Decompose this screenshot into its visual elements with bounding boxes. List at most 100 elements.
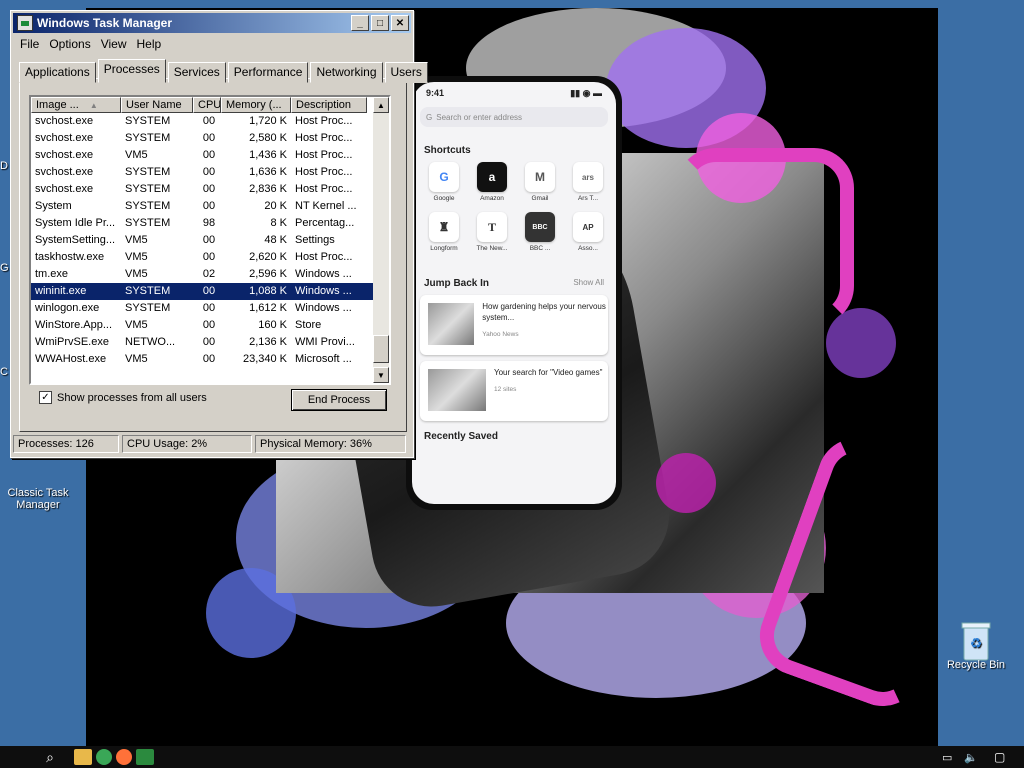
task-manager-window: Windows Task Manager _ □ ✕ File Options …: [10, 10, 428, 458]
process-row[interactable]: tm.exe VM5 02 2,596 K Windows ...: [31, 266, 389, 283]
process-row[interactable]: WmiPrvSE.exe NETWO... 00 2,136 K WMI Provi..…: [31, 334, 389, 351]
card-thumbnail: [428, 369, 486, 411]
process-row[interactable]: svchost.exe SYSTEM 00 1,636 K Host Proc...: [31, 164, 389, 181]
shortcut-tile: BBC BBC ...: [516, 212, 564, 252]
scroll-down-button[interactable]: ▼: [373, 367, 389, 383]
notifications-icon[interactable]: ▢: [994, 750, 1024, 764]
network-icon[interactable]: ▭: [942, 751, 964, 764]
cell-image-name: svchost.exe: [35, 132, 94, 144]
file-explorer-icon[interactable]: [74, 749, 92, 765]
cell-image-name: svchost.exe: [35, 115, 94, 127]
process-row[interactable]: taskhostw.exe VM5 00 2,620 K Host Proc...: [31, 249, 389, 266]
cell-user-name: VM5: [125, 319, 148, 331]
volume-icon[interactable]: 🔈: [964, 751, 994, 764]
menu-options[interactable]: Options: [44, 37, 95, 51]
tab-performance[interactable]: Performance: [227, 62, 309, 83]
end-process-button[interactable]: End Process: [291, 389, 387, 411]
minimize-button[interactable]: _: [351, 15, 369, 31]
phone-time: 9:41: [426, 88, 445, 98]
tab-users[interactable]: Users: [384, 62, 428, 83]
column-cpu[interactable]: CPU: [193, 97, 221, 113]
process-row[interactable]: svchost.exe SYSTEM 00 2,580 K Host Proc...: [31, 130, 389, 147]
column-user-name[interactable]: User Name: [121, 97, 193, 113]
cell-cpu: 00: [202, 183, 216, 195]
svg-text:♻: ♻: [970, 635, 983, 651]
cell-image-name: winlogon.exe: [35, 302, 100, 314]
nytimes-icon: T: [477, 212, 507, 242]
cell-memory: 2,836 K: [249, 183, 287, 195]
tab-services[interactable]: Services: [167, 62, 226, 83]
desktop-icon-label-partial[interactable]: D: [0, 160, 8, 172]
column-image-name[interactable]: Image ... ▲: [31, 97, 121, 113]
tab-processes[interactable]: Processes: [97, 59, 166, 83]
process-row[interactable]: System SYSTEM 00 20 K NT Kernel ...: [31, 198, 389, 215]
cell-memory: 1,636 K: [249, 166, 287, 178]
cell-image-name: taskhostw.exe: [35, 251, 105, 263]
jump-back-card: How gardening helps your nervous system.…: [420, 295, 608, 355]
process-row[interactable]: SystemSetting... VM5 00 48 K Settings: [31, 232, 389, 249]
status-processes: Processes: 126: [13, 435, 119, 453]
maximize-button[interactable]: □: [371, 15, 389, 31]
process-row[interactable]: svchost.exe VM5 00 1,436 K Host Proc...: [31, 147, 389, 164]
cell-cpu: 00: [202, 302, 216, 314]
cell-description: Windows ...: [295, 285, 352, 297]
tab-networking[interactable]: Networking: [310, 62, 383, 83]
process-row[interactable]: winlogon.exe SYSTEM 00 1,612 K Windows ...: [31, 300, 389, 317]
title-bar[interactable]: Windows Task Manager _ □ ✕: [13, 13, 411, 33]
column-description[interactable]: Description: [291, 97, 367, 113]
cell-image-name: svchost.exe: [35, 149, 94, 161]
cell-user-name: SYSTEM: [125, 217, 171, 229]
chrome-icon[interactable]: [96, 749, 112, 765]
menu-file[interactable]: File: [15, 37, 44, 51]
recently-saved-title: Recently Saved: [424, 431, 498, 442]
desktop-icon-label-partial[interactable]: G: [0, 262, 9, 274]
column-memory[interactable]: Memory (...: [221, 97, 291, 113]
checkbox[interactable]: ✓: [39, 391, 52, 404]
process-row[interactable]: System Idle Pr... SYSTEM 98 8 K Percentag...: [31, 215, 389, 232]
scroll-thumb[interactable]: [373, 335, 389, 363]
search-icon: G: [426, 112, 433, 122]
cell-image-name: System: [35, 200, 72, 212]
cell-cpu: 98: [202, 217, 216, 229]
cell-image-name: WWAHost.exe: [35, 353, 107, 365]
task-manager-taskbar-icon[interactable]: [136, 749, 154, 765]
scroll-up-button[interactable]: ▲: [373, 97, 389, 113]
longform-icon: ♜: [429, 212, 459, 242]
close-button[interactable]: ✕: [391, 15, 409, 31]
cell-description: Percentag...: [295, 217, 355, 229]
process-row[interactable]: wininit.exe SYSTEM 00 1,088 K Windows ...: [31, 283, 389, 300]
shortcut-tile: AP Asso...: [564, 212, 612, 252]
cell-description: NT Kernel ...: [295, 200, 357, 212]
cell-image-name: SystemSetting...: [35, 234, 116, 246]
menu-view[interactable]: View: [96, 37, 132, 51]
shortcut-tile: ♜ Longform: [420, 212, 468, 252]
desktop-icon-recycle-bin[interactable]: ♻ Recycle Bin: [940, 620, 1012, 671]
sort-ascending-icon: ▲: [89, 101, 98, 110]
start-button[interactable]: [0, 746, 40, 768]
cell-image-name: svchost.exe: [35, 166, 94, 178]
cell-user-name: VM5: [125, 251, 148, 263]
ap-news-icon: AP: [573, 212, 603, 242]
cell-description: Host Proc...: [295, 166, 353, 178]
show-all-link: Show All: [573, 278, 604, 287]
firefox-icon[interactable]: [116, 749, 132, 765]
process-row[interactable]: svchost.exe SYSTEM 00 2,836 K Host Proc...: [31, 181, 389, 198]
cell-user-name: VM5: [125, 353, 148, 365]
cell-description: Windows ...: [295, 268, 352, 280]
search-icon[interactable]: ⌕: [40, 749, 60, 766]
process-row[interactable]: WWAHost.exe VM5 00 23,340 K Microsoft ...: [31, 351, 389, 368]
desktop-icon-label-partial[interactable]: C: [0, 366, 8, 378]
process-row[interactable]: WinStore.App... VM5 00 160 K Store: [31, 317, 389, 334]
cell-cpu: 00: [202, 319, 216, 331]
cell-description: Host Proc...: [295, 115, 353, 127]
cell-user-name: NETWO...: [125, 336, 176, 348]
cell-image-name: WinStore.App...: [35, 319, 113, 331]
tab-applications[interactable]: Applications: [19, 62, 96, 83]
desktop-icon-label: Classic Task Manager: [7, 487, 69, 511]
cell-memory: 2,596 K: [249, 268, 287, 280]
process-row[interactable]: svchost.exe SYSTEM 00 1,720 K Host Proc...: [31, 113, 389, 130]
menu-help[interactable]: Help: [132, 37, 167, 51]
vertical-scrollbar[interactable]: ▲ ▼: [373, 97, 389, 383]
process-list[interactable]: Image ... ▲ User Name CPU Memory (... De…: [29, 95, 391, 385]
show-all-users-checkbox[interactable]: ✓ Show processes from all users: [39, 391, 207, 404]
